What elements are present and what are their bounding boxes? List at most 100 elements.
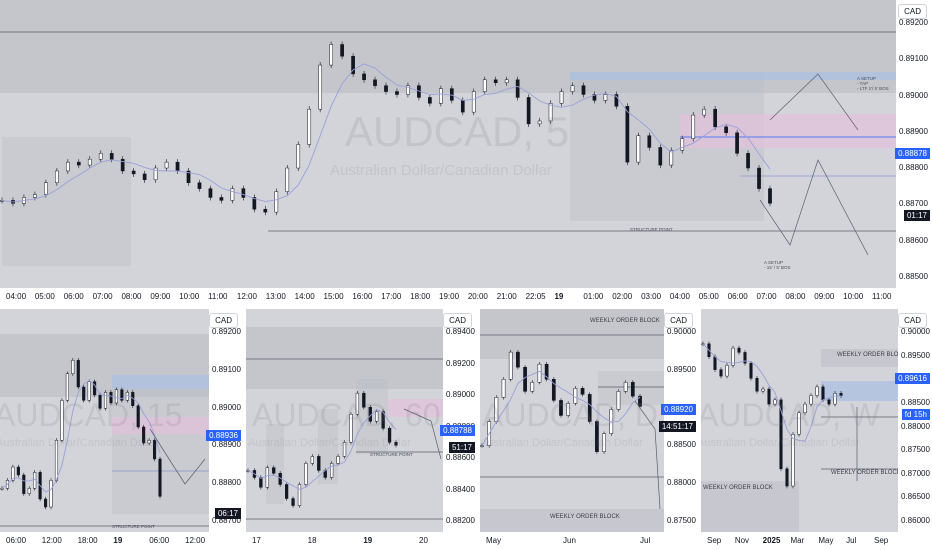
- candle-body: [49, 480, 53, 508]
- price-tick-label: 0.88900: [212, 440, 241, 450]
- annotation-structure-point: STRUCTURE POINT: [112, 524, 155, 529]
- time-tick-label: 06:00: [6, 536, 27, 545]
- weekly-order-block-label: WEEKLY ORDER BLOCK: [550, 514, 620, 520]
- chart-panel-15m[interactable]: AUDCAD, 15 Australian Dollar/Canadian Do…: [0, 309, 243, 550]
- candle-body: [587, 394, 592, 422]
- time-tick-label: 14:00: [294, 292, 315, 301]
- time-tick-label: 09:00: [814, 292, 835, 301]
- candle-body: [76, 360, 80, 388]
- candle-body: [785, 468, 789, 487]
- time-axis[interactable]: 04:00 05:00 06:00 07:00 08:00 09:00 10:00 11:00…: [0, 288, 896, 306]
- currency-label[interactable]: CAD: [443, 313, 472, 328]
- price-tick-label: 0.88400: [446, 484, 475, 494]
- moving-average-line: [702, 343, 841, 442]
- candle-body: [559, 91, 564, 104]
- candle-body: [530, 382, 535, 392]
- candle-body: [680, 138, 685, 151]
- chart-panel-weekly[interactable]: AUDCAD, W Australian Dollar/Canadian Dol…: [701, 309, 932, 550]
- candle-body: [197, 182, 202, 189]
- candle-body: [274, 191, 279, 213]
- candle-body: [757, 167, 761, 189]
- candle-body: [768, 188, 772, 204]
- time-tick-label: 2025: [762, 536, 781, 545]
- candle-body: [230, 188, 235, 201]
- candle-body: [508, 351, 513, 380]
- bar-timer: 51:17: [448, 442, 475, 453]
- zone-rect: [318, 409, 338, 484]
- zone-rect: [112, 375, 209, 389]
- price-tick-label: 0.88200: [446, 516, 475, 525]
- chart-panel-1h[interactable]: AUDCAD, 60 Australian Dollar/Canadian Do…: [246, 309, 477, 550]
- price-tick-label: 0.89200: [212, 327, 241, 336]
- time-tick-label: 06:00: [63, 292, 84, 301]
- weekly-order-block-label: WEEKLY ORDER BLOCK: [703, 485, 773, 491]
- time-tick-label: 04:00: [6, 292, 27, 301]
- candle-body: [580, 388, 585, 395]
- zone-rect: [480, 509, 664, 534]
- price-tick-label: 0.89100: [899, 54, 928, 64]
- time-axis[interactable]: 17 18 19 20: [246, 532, 443, 550]
- currency-label[interactable]: CAD: [209, 313, 238, 328]
- time-tick-label: 12:00: [185, 536, 206, 545]
- candle-body: [153, 440, 157, 460]
- candle-body: [482, 79, 487, 92]
- time-tick-label: 12:00: [236, 292, 257, 301]
- candle-body: [702, 108, 707, 116]
- price-tick-label: 0.88500: [901, 397, 930, 407]
- time-tick-label: 19: [363, 536, 373, 545]
- price-tick-label: 0.88500: [899, 272, 928, 281]
- projection-arrow: [759, 159, 869, 256]
- candle-body: [691, 114, 696, 139]
- candle-body: [329, 44, 333, 66]
- bar-timer: 06:17: [214, 508, 241, 519]
- time-tick-label: May: [486, 536, 502, 545]
- time-tick-label: 04:00: [669, 292, 690, 301]
- time-tick-label: Jul: [640, 536, 651, 545]
- annotation-structure-point: STRUCTURE POINT: [630, 227, 673, 232]
- currency-label[interactable]: CAD: [664, 313, 693, 328]
- main-chart-panel[interactable]: AUDCAD, 5 Australian Dollar/Canadian Dol…: [0, 0, 932, 306]
- time-tick-label: 21:00: [496, 292, 517, 301]
- candle-body: [658, 147, 663, 166]
- time-axis[interactable]: May Jun Jul: [480, 532, 664, 550]
- candle-body: [362, 73, 366, 81]
- price-tick-label: 0.89400: [446, 327, 475, 336]
- time-axis[interactable]: Sep Nov 2025 Mar May Jul Sep: [701, 532, 898, 550]
- candle-body: [296, 144, 301, 169]
- candle-body: [501, 379, 506, 398]
- price-tick-label: 0.88900: [899, 126, 928, 136]
- currency-label[interactable]: CAD: [898, 4, 927, 19]
- candle-body: [76, 161, 81, 166]
- price-tick-label: 0.88700: [899, 199, 928, 209]
- candle-body: [109, 392, 113, 404]
- candle-body: [387, 428, 392, 443]
- price-tick-label: 0.87000: [901, 468, 930, 478]
- chart-panel-daily[interactable]: AUDCAD, D Australian Dollar/Canadian Dol…: [480, 309, 698, 550]
- candle-body: [55, 170, 59, 183]
- candle-body: [265, 467, 269, 488]
- weekly-order-block-label: WEEKLY ORDER BLOCK: [590, 318, 660, 324]
- candle-body: [164, 161, 169, 169]
- candle-body: [291, 498, 295, 506]
- candle-body: [548, 103, 553, 122]
- time-tick-label: Jul: [846, 536, 857, 545]
- candle-body: [737, 347, 741, 353]
- time-tick-label: 06:00: [149, 536, 170, 545]
- currency-label[interactable]: CAD: [898, 313, 927, 328]
- candle-body: [773, 399, 777, 405]
- main-chart-canvas[interactable]: [0, 0, 932, 306]
- zone-rect: [246, 327, 443, 389]
- time-axis[interactable]: 06:00 12:00 18:00 19 06:00 12:00: [0, 532, 209, 550]
- last-price-badge: 0.89616: [895, 373, 930, 384]
- candle-body: [65, 161, 70, 172]
- time-tick-label: 02:00: [612, 292, 633, 301]
- candle-body: [566, 403, 571, 416]
- weekly-order-block-label: WEEKLY ORDER BLOCK: [831, 470, 901, 476]
- annotation-15-5-bos: - 15' / 5' BOS: [764, 265, 791, 270]
- candle-body: [103, 392, 108, 409]
- price-axis[interactable]: 0.900000.895000.890000.885000.880000.875…: [898, 309, 932, 550]
- candle-body: [595, 421, 599, 452]
- candle-body: [87, 158, 92, 166]
- time-tick-label: 15:00: [323, 292, 344, 301]
- time-tick-label: 05:00: [698, 292, 719, 301]
